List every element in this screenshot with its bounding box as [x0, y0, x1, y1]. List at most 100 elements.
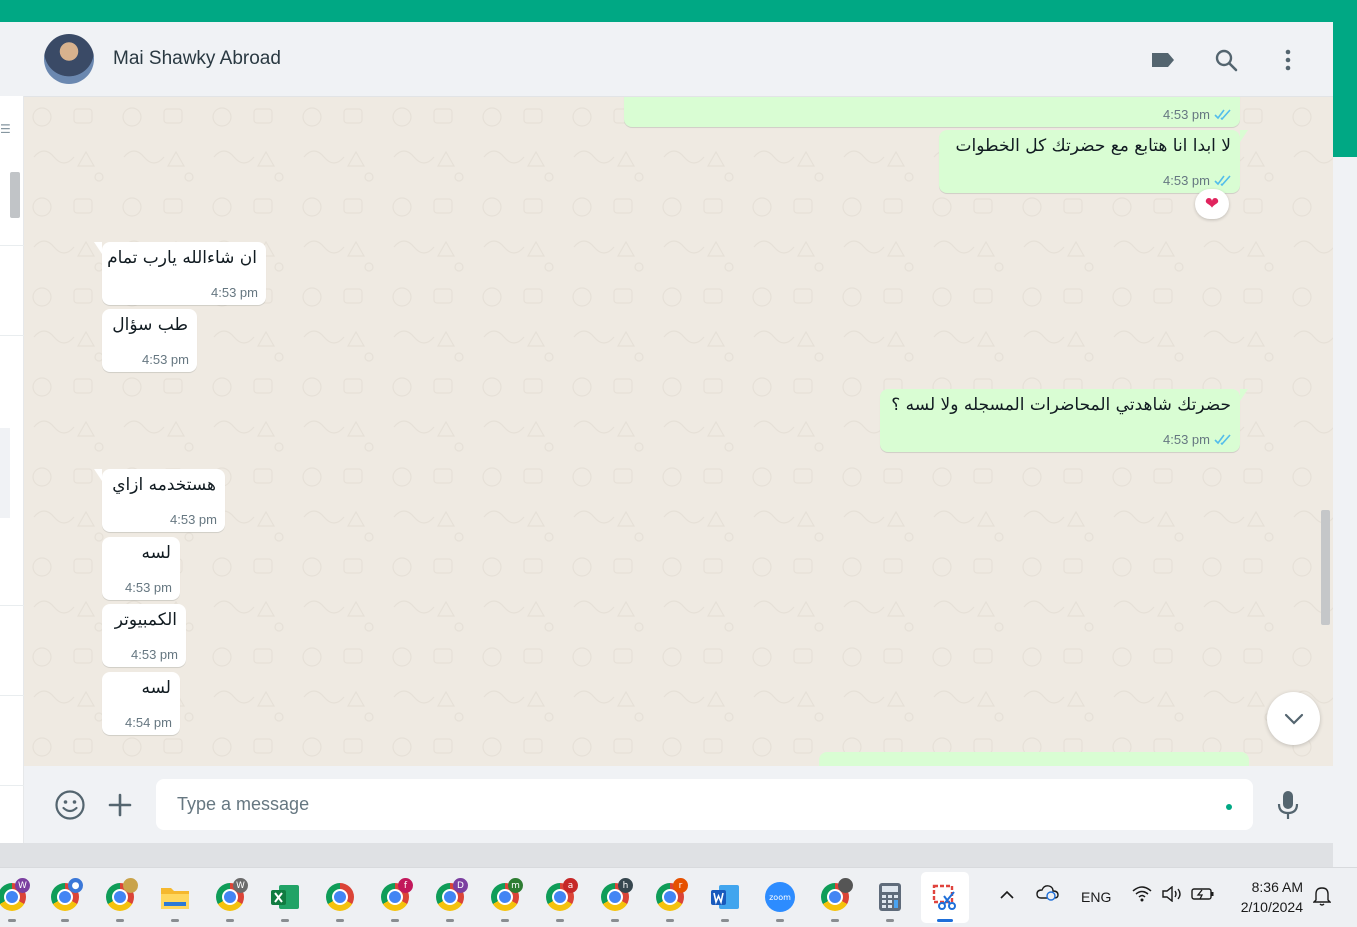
message-text: لسه	[141, 543, 171, 563]
taskbar-chrome-profile-photo2[interactable]	[818, 878, 853, 922]
taskbar-chrome-profile-w2[interactable]: W	[213, 878, 248, 922]
language-indicator[interactable]: ENG	[1081, 889, 1111, 905]
message-meta: 4:53 pm	[1163, 107, 1232, 122]
message-incoming[interactable]: ان شاءالله يارب تمام 4:53 pm	[94, 242, 266, 305]
folder-icon	[161, 888, 189, 909]
message-time: 4:53 pm	[211, 285, 258, 300]
taskbar-chrome-profile-a[interactable]: a	[543, 878, 578, 922]
message-meta: 4:53 pm	[1163, 432, 1232, 447]
taskbar-word[interactable]	[708, 880, 742, 922]
taskbar-calculator[interactable]	[873, 880, 907, 922]
message-time: 4:54 pm	[125, 715, 172, 730]
taskbar-chrome-profile-person[interactable]: ●	[48, 878, 83, 922]
message-list[interactable]: 4:53 pm لا ابدا انا هتابع مع حضرتك كل ال…	[24, 97, 1333, 766]
message-incoming[interactable]: لسه 4:53 pm	[102, 537, 180, 600]
message-meta: 4:53 pm	[170, 512, 217, 527]
message-incoming[interactable]: الكمبيوتر 4:53 pm	[102, 604, 186, 667]
system-clock[interactable]: 8:36 AM 2/10/2024	[1233, 877, 1303, 917]
clock-time: 8:36 AM	[1251, 879, 1303, 895]
read-receipt-icon	[1214, 175, 1231, 186]
chat-list-header	[0, 22, 24, 96]
message-incoming[interactable]: هستخدمه ازاي 4:53 pm	[94, 469, 225, 532]
message-text: ان شاءالله يارب تمام	[107, 248, 257, 268]
taskbar-chrome-profile-r[interactable]: r	[653, 878, 688, 922]
message-meta: 4:53 pm	[125, 580, 172, 595]
taskbar-snipping-tool[interactable]	[928, 880, 962, 922]
message-meta: 4:53 pm	[1163, 173, 1232, 188]
avatar[interactable]	[44, 34, 94, 84]
message-text: حضرتك شاهدتي المحاضرات المسجله ولا لسه ؟	[891, 395, 1231, 415]
read-receipt-icon	[1214, 109, 1231, 120]
taskbar-chrome-profile-f[interactable]: f	[378, 878, 413, 922]
show-hidden-icons-icon[interactable]	[999, 887, 1015, 903]
calculator-icon	[879, 883, 901, 911]
taskbar-zoom[interactable]: zoom	[763, 880, 797, 922]
message-composer	[24, 766, 1333, 843]
divider	[0, 605, 24, 606]
wifi-icon[interactable]	[1132, 886, 1152, 905]
attach-plus-icon[interactable]	[103, 788, 137, 822]
onedrive-sync-icon[interactable]	[1036, 884, 1060, 905]
message-meta: 4:53 pm	[142, 352, 189, 367]
message-outgoing-partial[interactable]	[819, 752, 1249, 766]
message-meta: 4:53 pm	[131, 647, 178, 662]
message-text: الكمبيوتر	[114, 610, 177, 630]
search-icon[interactable]	[1210, 44, 1242, 76]
message-outgoing[interactable]: لا ابدا انا هتابع مع حضرتك كل الخطوات 4:…	[939, 130, 1248, 193]
battery-icon[interactable]	[1191, 887, 1215, 904]
snipping-tool-icon	[932, 884, 956, 910]
message-incoming[interactable]: لسه 4:54 pm	[102, 672, 180, 735]
message-input-container[interactable]	[156, 779, 1253, 830]
chat-list-scrollbar[interactable]	[10, 172, 20, 218]
taskbar-chrome-profile-w[interactable]: W	[0, 878, 30, 922]
notification-bell-icon[interactable]	[1312, 886, 1332, 909]
message-text: طب سؤال	[112, 315, 188, 335]
message-incoming[interactable]: طب سؤال 4:53 pm	[102, 309, 197, 372]
conversation-panel: Mai Shawky Abroad 4:53 pm لا ابدا انا هت…	[24, 22, 1333, 843]
status-dot	[1226, 804, 1232, 810]
message-outgoing[interactable]: 4:53 pm	[624, 97, 1240, 127]
divider	[0, 695, 24, 696]
conversation-header[interactable]: Mai Shawky Abroad	[24, 22, 1333, 97]
message-meta: 4:53 pm	[211, 285, 258, 300]
message-time: 4:53 pm	[125, 580, 172, 595]
message-input[interactable]	[156, 779, 1196, 830]
chat-list-panel: ☰	[0, 22, 24, 843]
taskbar-chrome-profile-h[interactable]: h	[598, 878, 633, 922]
read-receipt-icon	[1214, 434, 1231, 445]
window-accent-edge	[1333, 22, 1357, 157]
divider	[0, 335, 24, 336]
emoji-icon[interactable]	[53, 788, 87, 822]
message-time: 4:53 pm	[142, 352, 189, 367]
message-time: 4:53 pm	[170, 512, 217, 527]
taskbar-excel[interactable]	[268, 880, 302, 922]
chat-list-item-active[interactable]	[0, 428, 10, 518]
message-time: 4:53 pm	[1163, 173, 1210, 188]
scroll-to-bottom-button[interactable]	[1267, 692, 1320, 745]
filter-icon[interactable]: ☰	[0, 122, 11, 136]
message-list-scrollbar[interactable]	[1321, 510, 1330, 625]
window-edge-background	[1333, 157, 1357, 867]
taskbar-file-explorer[interactable]	[158, 880, 192, 922]
taskbar-chrome[interactable]	[323, 880, 357, 922]
microphone-icon[interactable]	[1271, 788, 1305, 822]
message-text: لا ابدا انا هتابع مع حضرتك كل الخطوات	[955, 136, 1231, 156]
message-time: 4:53 pm	[1163, 107, 1210, 122]
menu-icon[interactable]	[1272, 44, 1304, 76]
message-time: 4:53 pm	[131, 647, 178, 662]
clock-date: 2/10/2024	[1240, 899, 1303, 915]
label-icon[interactable]	[1147, 44, 1179, 76]
message-text: لسه	[141, 678, 171, 698]
contact-name[interactable]: Mai Shawky Abroad	[113, 48, 281, 70]
windows-taskbar: W ● W f D m a h r zoom ENG 8:36 AM 2/10/…	[0, 867, 1357, 927]
taskbar-chrome-profile-m[interactable]: m	[488, 878, 523, 922]
heart-reaction-icon[interactable]: ❤	[1195, 189, 1229, 219]
message-text: هستخدمه ازاي	[112, 475, 216, 495]
excel-icon	[271, 885, 299, 909]
message-outgoing[interactable]: حضرتك شاهدتي المحاضرات المسجله ولا لسه ؟…	[880, 389, 1248, 452]
window-accent-bar	[0, 0, 1357, 22]
taskbar-chrome-profile-d[interactable]: D	[433, 878, 468, 922]
chevron-down-icon	[1284, 713, 1303, 725]
taskbar-chrome-profile-photo[interactable]	[103, 878, 138, 922]
volume-icon[interactable]	[1161, 885, 1183, 905]
